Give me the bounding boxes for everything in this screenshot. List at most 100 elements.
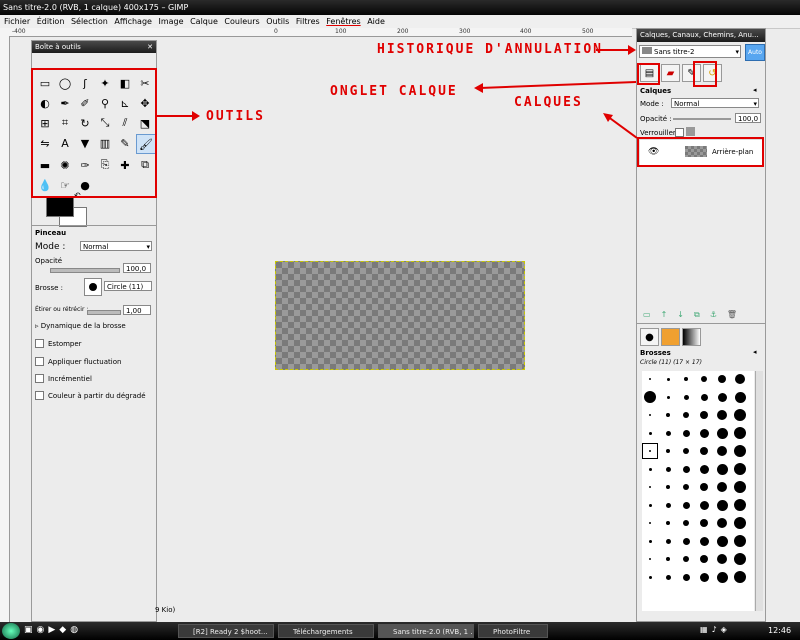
- brush-preset[interactable]: [714, 407, 730, 423]
- brush-preset[interactable]: [732, 533, 748, 549]
- network-icon[interactable]: ▦: [700, 625, 708, 634]
- mode-dropdown[interactable]: Normal ▾: [80, 241, 152, 251]
- brush-preset[interactable]: [660, 407, 676, 423]
- brush-preset[interactable]: [696, 371, 712, 387]
- menu-outils[interactable]: Outils: [266, 17, 289, 26]
- brush-preset[interactable]: [732, 569, 748, 585]
- brush-preset[interactable]: [660, 497, 676, 513]
- scale-slider[interactable]: [87, 310, 121, 315]
- brush-preset[interactable]: [696, 389, 712, 405]
- menu-affichage[interactable]: Affichage: [114, 17, 152, 26]
- brush-preset[interactable]: [642, 407, 658, 423]
- layer-mode-dropdown[interactable]: Normal ▾: [671, 98, 759, 108]
- brush-scrollbar[interactable]: [755, 371, 763, 611]
- new-layer-icon[interactable]: ▭: [643, 310, 651, 320]
- brush-preset[interactable]: [714, 497, 730, 513]
- brush-preset[interactable]: [732, 443, 748, 459]
- brush-preset[interactable]: [732, 551, 748, 567]
- brush-preset[interactable]: [678, 479, 694, 495]
- brush-preset[interactable]: [696, 569, 712, 585]
- menu-fichier[interactable]: Fichier: [4, 17, 30, 26]
- brush-preset[interactable]: [732, 371, 748, 387]
- brush-preset[interactable]: [714, 569, 730, 585]
- checkbox-estomper[interactable]: Estomper: [35, 339, 82, 348]
- brush-preset[interactable]: [732, 461, 748, 477]
- menu-filtres[interactable]: Filtres: [296, 17, 320, 26]
- brush-preset[interactable]: [696, 425, 712, 441]
- brush-preset[interactable]: [732, 407, 748, 423]
- checkbox-gradient[interactable]: Couleur à partir du dégradé: [35, 391, 146, 400]
- checkbox-incremental[interactable]: Incrémentiel: [35, 374, 92, 383]
- task-gimp[interactable]: Sans titre-2.0 (RVB, 1 ...: [378, 624, 474, 638]
- brush-preset[interactable]: [660, 425, 676, 441]
- brush-preset[interactable]: [714, 389, 730, 405]
- brush-preset[interactable]: [642, 515, 658, 531]
- menu-fenetres[interactable]: Fenêtres: [326, 17, 360, 26]
- brush-preset[interactable]: [660, 371, 676, 387]
- brush-preset[interactable]: [696, 461, 712, 477]
- brush-preset[interactable]: [642, 389, 658, 405]
- scale-field[interactable]: 1,00: [123, 305, 151, 315]
- brush-preset[interactable]: [642, 443, 658, 459]
- checkbox-fluctuation[interactable]: Appliquer fluctuation: [35, 357, 121, 366]
- anchor-layer-icon[interactable]: ⚓: [710, 310, 717, 320]
- folder-icon[interactable]: ▣: [24, 625, 33, 635]
- shield-icon[interactable]: ◈: [721, 625, 727, 634]
- start-button[interactable]: [2, 623, 20, 639]
- brush-preset[interactable]: [678, 389, 694, 405]
- tab-menu-icon[interactable]: ◂: [753, 86, 757, 94]
- brush-preset[interactable]: [660, 443, 676, 459]
- brush-preset[interactable]: [678, 515, 694, 531]
- brush-preset[interactable]: [660, 479, 676, 495]
- app-icon[interactable]: ◆: [59, 625, 66, 635]
- task-telechargements[interactable]: Téléchargements: [278, 624, 374, 638]
- layer-opacity-field[interactable]: 100,0: [735, 113, 761, 123]
- lower-layer-icon[interactable]: ↓: [677, 310, 684, 320]
- task-photofiltre[interactable]: PhotoFiltre: [478, 624, 548, 638]
- brush-preset[interactable]: [696, 533, 712, 549]
- brush-preset[interactable]: [714, 479, 730, 495]
- brush-preset[interactable]: [696, 497, 712, 513]
- brush-preset[interactable]: [732, 389, 748, 405]
- menu-selection[interactable]: Sélection: [71, 17, 108, 26]
- brush-preset[interactable]: [678, 497, 694, 513]
- brush-preset[interactable]: [642, 533, 658, 549]
- brush-preset[interactable]: [714, 551, 730, 567]
- brush-preset[interactable]: [660, 569, 676, 585]
- brush-preset[interactable]: [714, 425, 730, 441]
- gimp-icon[interactable]: ◍: [70, 625, 78, 635]
- raise-layer-icon[interactable]: ↑: [661, 310, 668, 320]
- brush-preset[interactable]: [732, 425, 748, 441]
- brush-preset[interactable]: [660, 461, 676, 477]
- patterns-tab-icon[interactable]: [661, 328, 680, 346]
- brush-preset[interactable]: [660, 515, 676, 531]
- opacity-slider[interactable]: [50, 268, 120, 273]
- foreground-color-swatch[interactable]: [46, 197, 74, 217]
- brush-preset[interactable]: [732, 497, 748, 513]
- lock-pixels-checkbox[interactable]: [675, 128, 684, 137]
- opacity-field[interactable]: 100,0: [123, 263, 151, 273]
- brush-preset[interactable]: [714, 461, 730, 477]
- brush-preset[interactable]: [732, 479, 748, 495]
- brush-preset[interactable]: [678, 533, 694, 549]
- lock-alpha-icon[interactable]: [686, 127, 695, 136]
- brush-preset[interactable]: [642, 425, 658, 441]
- brush-preset[interactable]: [642, 461, 658, 477]
- image-canvas[interactable]: [275, 261, 525, 370]
- brush-preset[interactable]: [696, 479, 712, 495]
- brush-preset[interactable]: [678, 569, 694, 585]
- brush-preset[interactable]: [696, 443, 712, 459]
- brush-preset[interactable]: [642, 371, 658, 387]
- menu-image[interactable]: Image: [158, 17, 183, 26]
- brushes-tab-icon[interactable]: ●: [640, 328, 659, 346]
- brush-preset[interactable]: [732, 515, 748, 531]
- brush-preset[interactable]: [714, 515, 730, 531]
- menu-couleurs[interactable]: Couleurs: [224, 17, 259, 26]
- brush-preset[interactable]: [642, 569, 658, 585]
- brush-preset[interactable]: [696, 407, 712, 423]
- delete-layer-icon[interactable]: 🗑: [727, 310, 737, 320]
- gradients-tab-icon[interactable]: [682, 328, 701, 346]
- brush-preset[interactable]: [678, 371, 694, 387]
- menu-edition[interactable]: Édition: [37, 17, 65, 26]
- media-icon[interactable]: ▶: [48, 625, 55, 635]
